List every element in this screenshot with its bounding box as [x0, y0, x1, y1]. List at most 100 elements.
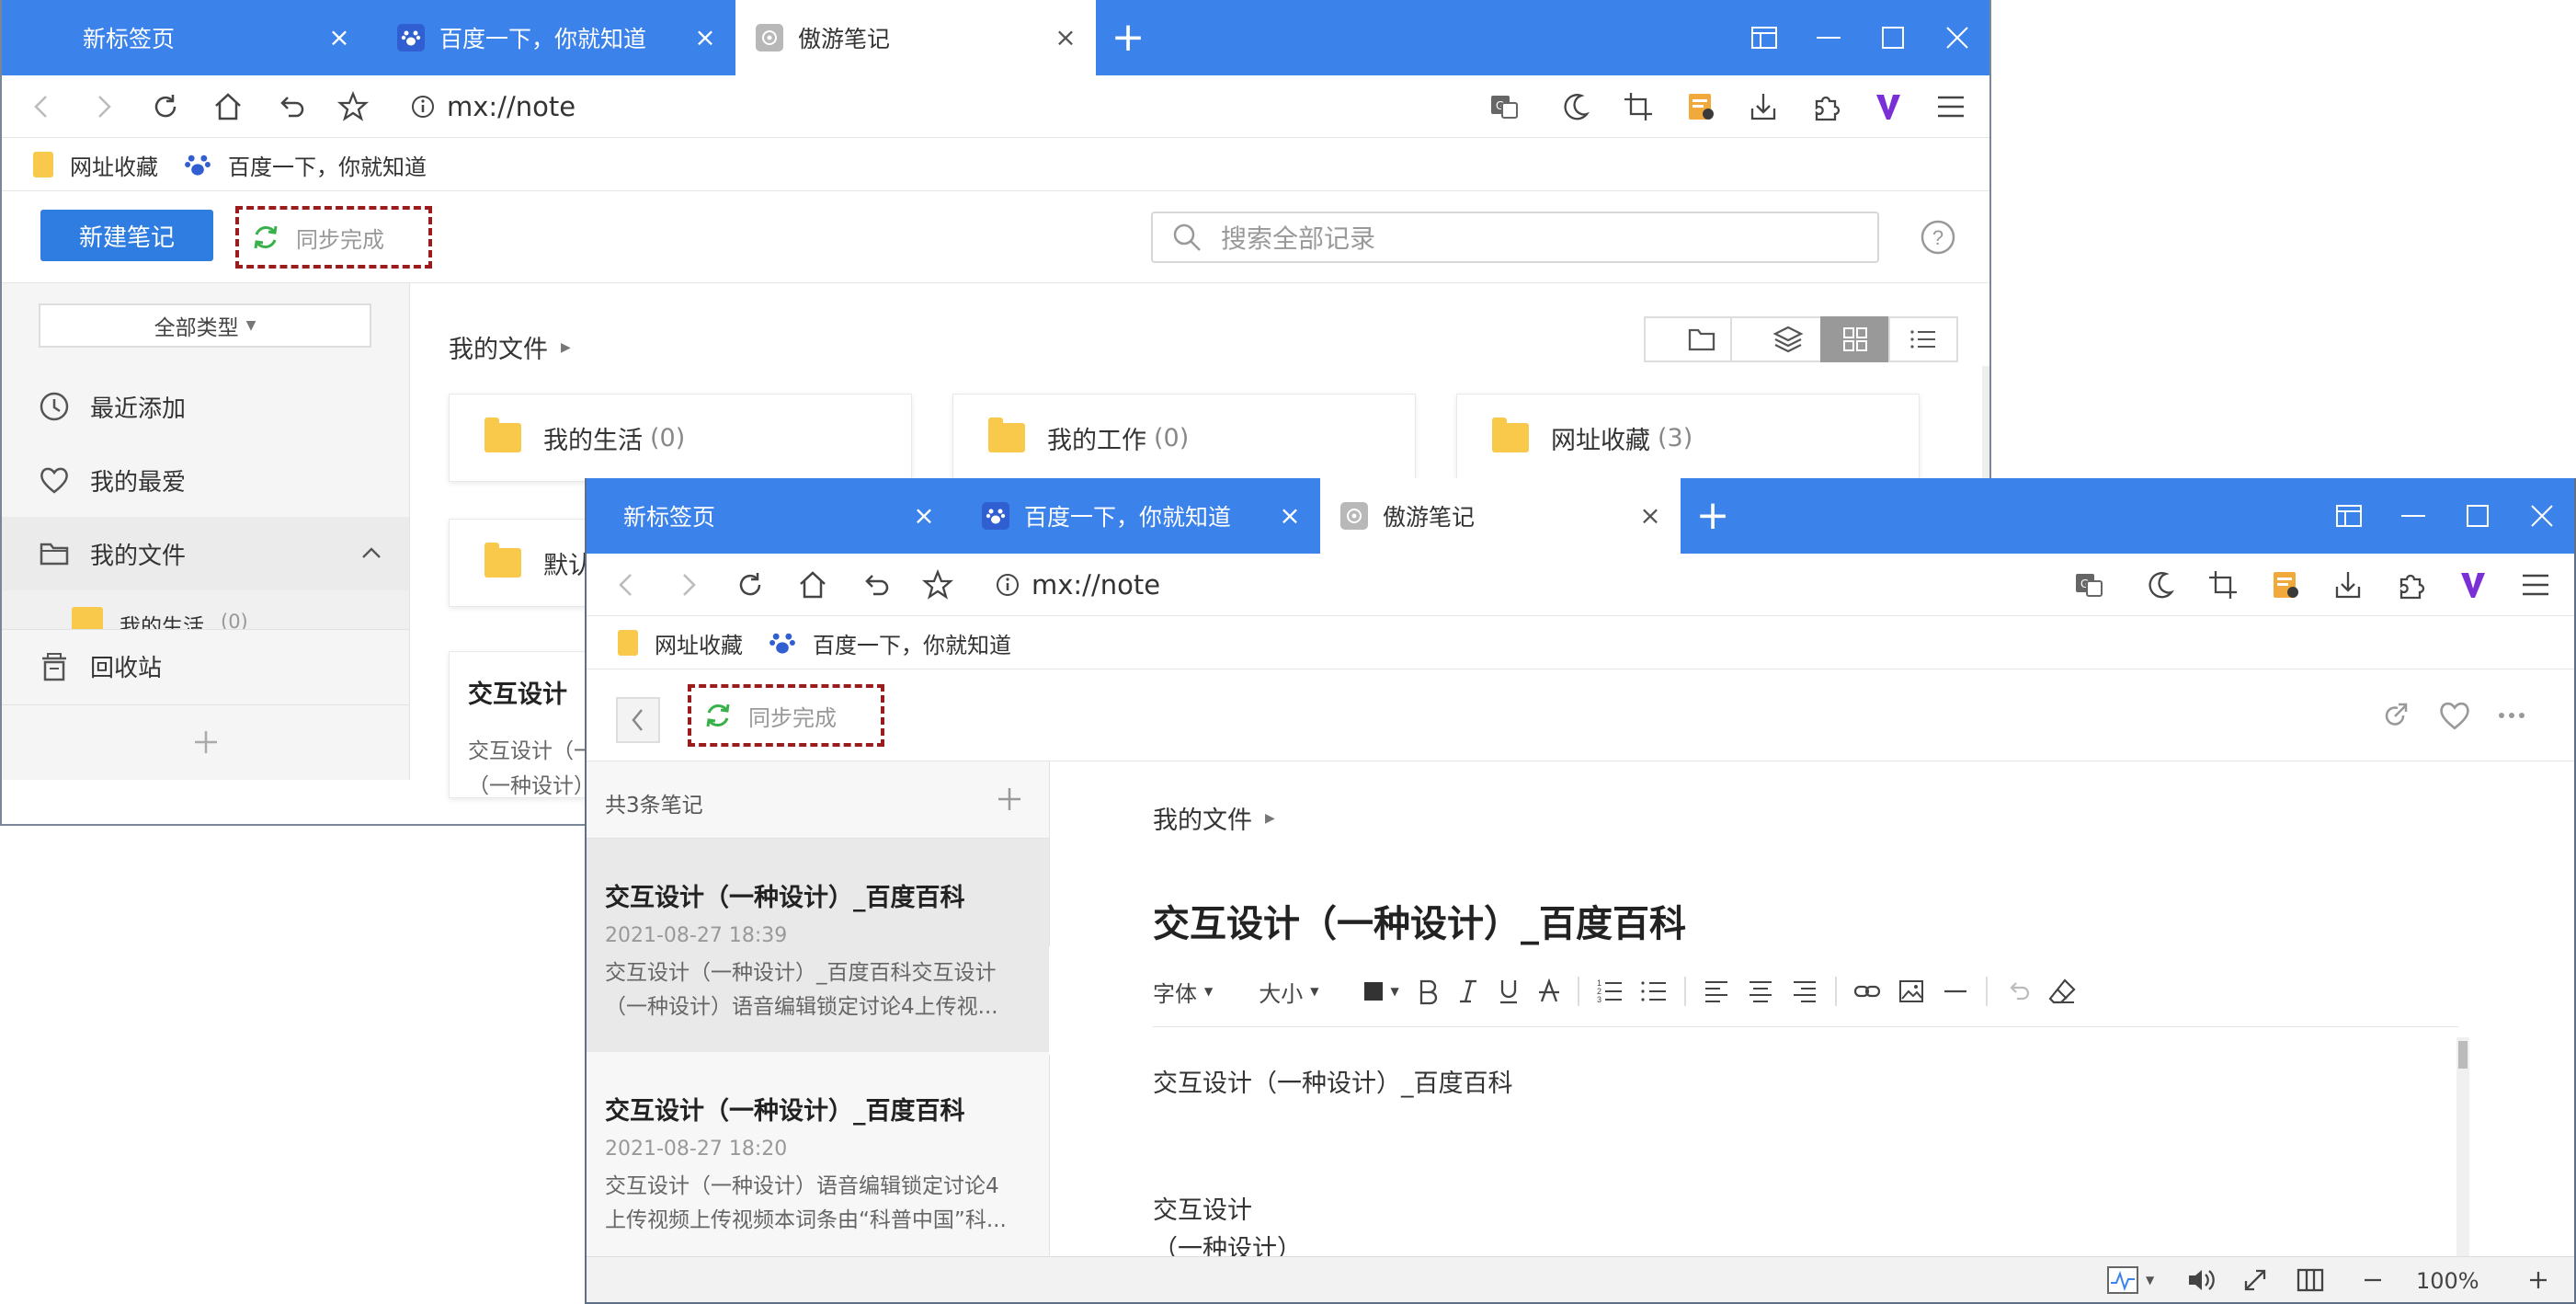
bullet-list-icon[interactable] [1640, 973, 1668, 1010]
refresh-icon[interactable] [147, 88, 184, 125]
sidebar-item-trash[interactable]: 回收站 [2, 629, 409, 703]
maximize-icon[interactable] [2445, 478, 2510, 554]
minimize-icon[interactable] [1796, 0, 1861, 75]
tab-close-icon[interactable]: × [691, 24, 719, 51]
new-note-button[interactable]: 新建笔记 [40, 210, 213, 261]
note-list-item[interactable]: 交互设计（一种设计）_百度百科 2021-08-27 18:39 交互设计（一种… [587, 839, 1049, 1052]
sidebar-subitem-life[interactable]: 我的生活 (0) [2, 590, 409, 629]
eraser-icon[interactable] [2048, 973, 2076, 1010]
extensions-icon[interactable] [1807, 88, 1844, 125]
tab-new-tab[interactable]: 新标签页 × [587, 478, 954, 554]
back-icon[interactable] [609, 566, 645, 603]
tab-new-tab[interactable]: 新标签页 × [2, 0, 370, 75]
layout-icon[interactable] [1732, 0, 1796, 75]
vivo-v-icon[interactable] [2455, 566, 2491, 603]
zoom-level[interactable]: 100% [2416, 1268, 2479, 1294]
address-bar[interactable]: mx://note [410, 86, 576, 127]
strikethrough-icon[interactable] [1537, 973, 1561, 1010]
tab-close-icon[interactable]: × [910, 502, 938, 530]
night-mode-icon[interactable] [1557, 88, 1594, 125]
horizontal-rule-icon[interactable] [1942, 973, 1969, 1010]
editor-body[interactable]: 交互设计（一种设计）_百度百科 交互设计 （一种设计） [1153, 1045, 2458, 1258]
undo-icon[interactable] [857, 566, 894, 603]
add-category-plus-icon[interactable] [2, 704, 409, 778]
tab-close-icon[interactable]: × [325, 24, 353, 51]
translate-icon[interactable]: G [1486, 88, 1522, 125]
sidebar-item-favorites[interactable]: 我的最爱 [2, 443, 409, 517]
fullscreen-icon[interactable] [2241, 1266, 2269, 1298]
heart-icon[interactable] [2438, 699, 2471, 732]
menu-icon[interactable] [2517, 566, 2554, 603]
bookmark-folder[interactable]: 网址收藏 [618, 627, 743, 658]
sidebar-item-my-files[interactable]: 我的文件 [2, 517, 409, 590]
bookmark-folder[interactable]: 网址收藏 [33, 149, 158, 180]
align-center-icon[interactable] [1747, 973, 1774, 1010]
folder-card-life[interactable]: 我的生活 (0) [449, 394, 912, 482]
font-family-select[interactable]: 字体 ▼ [1153, 973, 1213, 1010]
add-note-plus-icon[interactable] [996, 785, 1023, 813]
editor-scrollbar[interactable] [2456, 1037, 2469, 1258]
tab-maxthon-note[interactable]: 傲游笔记 × [1320, 478, 1681, 554]
link-icon[interactable] [1853, 973, 1881, 1010]
folder-card-work[interactable]: 我的工作 (0) [952, 394, 1416, 482]
bookmark-baidu[interactable]: 百度一下，你就知道 [184, 149, 427, 180]
translate-icon[interactable]: G [2070, 566, 2107, 603]
more-icon[interactable] [2495, 699, 2528, 732]
type-filter-dropdown[interactable]: 全部类型 ▼ [39, 303, 371, 348]
zoom-out-icon[interactable] [2361, 1266, 2385, 1298]
night-mode-icon[interactable] [2142, 566, 2179, 603]
close-icon[interactable] [2510, 478, 2574, 554]
collapse-back-button[interactable] [616, 697, 660, 743]
layout-icon[interactable] [2317, 478, 2381, 554]
split-view-icon[interactable] [2297, 1266, 2324, 1298]
italic-icon[interactable] [1456, 973, 1480, 1010]
menu-icon[interactable] [1932, 88, 1969, 125]
vivo-v-icon[interactable] [1870, 88, 1907, 125]
undo-icon[interactable] [2004, 973, 2032, 1010]
tab-close-icon[interactable]: × [1276, 502, 1304, 530]
align-left-icon[interactable] [1703, 973, 1730, 1010]
search-input[interactable]: 搜索全部记录 [1151, 212, 1879, 263]
font-size-select[interactable]: 大小 ▼ [1259, 973, 1318, 1010]
align-right-icon[interactable] [1791, 973, 1818, 1010]
address-bar[interactable]: mx://note [995, 565, 1160, 605]
forward-icon[interactable] [85, 88, 121, 125]
star-icon[interactable] [919, 566, 956, 603]
note-extension-icon[interactable] [1682, 88, 1719, 125]
tab-baidu[interactable]: 百度一下，你就知道 × [954, 478, 1320, 554]
grid-view-button[interactable] [1820, 316, 1890, 362]
breadcrumb-item[interactable]: 我的文件 [449, 329, 548, 365]
tab-maxthon-note[interactable]: 傲游笔记 × [735, 0, 1096, 75]
underline-icon[interactable] [1497, 973, 1521, 1010]
crop-icon[interactable] [2205, 566, 2241, 603]
star-icon[interactable] [335, 88, 371, 125]
crop-icon[interactable] [1620, 88, 1657, 125]
new-tab-plus-icon[interactable]: + [1107, 17, 1149, 59]
extensions-icon[interactable] [2392, 566, 2429, 603]
home-icon[interactable] [210, 88, 246, 125]
tab-close-icon[interactable]: × [1052, 24, 1079, 51]
note-extension-icon[interactable] [2267, 566, 2304, 603]
back-icon[interactable] [24, 88, 61, 125]
bookmark-baidu[interactable]: 百度一下，你就知道 [769, 627, 1011, 658]
chevron-up-icon[interactable] [359, 542, 383, 566]
folder-card-bookmarks[interactable]: 网址收藏 (3) [1456, 394, 1920, 482]
download-icon[interactable] [1745, 88, 1782, 125]
forward-icon[interactable] [669, 566, 706, 603]
download-icon[interactable] [2330, 566, 2366, 603]
zoom-in-icon[interactable] [2526, 1266, 2550, 1298]
breadcrumb-item[interactable]: 我的文件 [1153, 800, 1252, 836]
list-view-button[interactable] [1888, 316, 1958, 362]
open-external-icon[interactable] [2379, 699, 2412, 732]
note-title-heading[interactable]: 交互设计（一种设计）_百度百科 [1153, 894, 1686, 947]
home-icon[interactable] [794, 566, 831, 603]
text-color-picker[interactable]: ▼ [1364, 973, 1399, 1010]
volume-icon[interactable] [2186, 1266, 2216, 1298]
performance-monitor-icon[interactable]: ▼ [2107, 1264, 2162, 1296]
refresh-icon[interactable] [732, 566, 769, 603]
tab-baidu[interactable]: 百度一下，你就知道 × [370, 0, 735, 75]
close-icon[interactable] [1925, 0, 1989, 75]
new-tab-plus-icon[interactable]: + [1692, 495, 1734, 537]
bold-icon[interactable] [1416, 973, 1440, 1010]
undo-icon[interactable] [272, 88, 309, 125]
